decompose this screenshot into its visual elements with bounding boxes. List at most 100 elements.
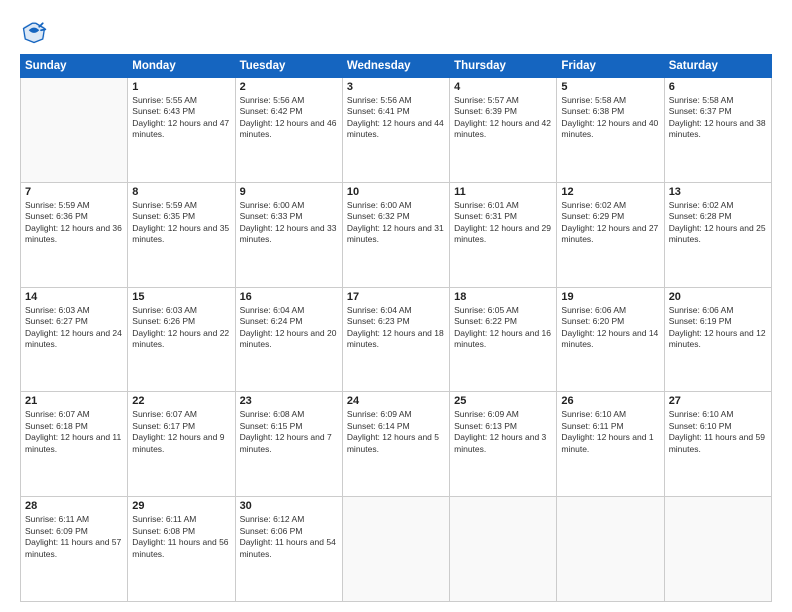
weekday-header: Monday	[128, 55, 235, 78]
calendar-cell: 28 Sunrise: 6:11 AMSunset: 6:09 PMDayligh…	[21, 497, 128, 602]
calendar-cell: 3 Sunrise: 5:56 AMSunset: 6:41 PMDaylight…	[342, 78, 449, 183]
calendar-cell: 9 Sunrise: 6:00 AMSunset: 6:33 PMDaylight…	[235, 182, 342, 287]
cell-info: Sunrise: 6:12 AMSunset: 6:06 PMDaylight:…	[240, 514, 338, 560]
calendar-cell: 8 Sunrise: 5:59 AMSunset: 6:35 PMDaylight…	[128, 182, 235, 287]
calendar-cell: 6Sunrise: 5:58 AMSunset: 6:37 PMDaylight…	[664, 78, 771, 183]
calendar-week-row: 14 Sunrise: 6:03 AMSunset: 6:27 PMDayligh…	[21, 287, 772, 392]
cell-info: Sunrise: 5:58 AMSunset: 6:38 PMDaylight:…	[561, 95, 659, 141]
calendar-cell: 19 Sunrise: 6:06 AMSunset: 6:20 PMDayligh…	[557, 287, 664, 392]
day-number: 3	[347, 81, 445, 93]
day-number: 17	[347, 291, 445, 303]
cell-info: Sunrise: 6:07 AMSunset: 6:18 PMDaylight:…	[25, 409, 123, 455]
cell-info: Sunrise: 6:00 AMSunset: 6:33 PMDaylight:…	[240, 200, 338, 246]
calendar-cell: 29 Sunrise: 6:11 AMSunset: 6:08 PMDayligh…	[128, 497, 235, 602]
calendar-week-row: 1 Sunrise: 5:55 AMSunset: 6:43 PMDaylight…	[21, 78, 772, 183]
calendar-cell: 27 Sunrise: 6:10 AMSunset: 6:10 PMDayligh…	[664, 392, 771, 497]
weekday-header: Tuesday	[235, 55, 342, 78]
weekday-header: Sunday	[21, 55, 128, 78]
day-number: 26	[561, 395, 659, 407]
calendar-header-row: SundayMondayTuesdayWednesdayThursdayFrid…	[21, 55, 772, 78]
logo	[20, 18, 52, 46]
cell-info: Sunrise: 6:11 AMSunset: 6:09 PMDaylight:…	[25, 514, 123, 560]
cell-info: Sunrise: 6:09 AMSunset: 6:13 PMDaylight:…	[454, 409, 552, 455]
calendar-cell: 20Sunrise: 6:06 AMSunset: 6:19 PMDayligh…	[664, 287, 771, 392]
day-number: 28	[25, 500, 123, 512]
calendar-cell	[557, 497, 664, 602]
cell-info: Sunrise: 6:02 AMSunset: 6:28 PMDaylight:…	[669, 200, 767, 246]
calendar-body: 1 Sunrise: 5:55 AMSunset: 6:43 PMDaylight…	[21, 78, 772, 602]
day-number: 11	[454, 186, 552, 198]
day-number: 29	[132, 500, 230, 512]
day-number: 30	[240, 500, 338, 512]
day-number: 27	[669, 395, 767, 407]
day-number: 1	[132, 81, 230, 93]
day-number: 5	[561, 81, 659, 93]
calendar-cell: 5 Sunrise: 5:58 AMSunset: 6:38 PMDaylight…	[557, 78, 664, 183]
calendar-cell: 14 Sunrise: 6:03 AMSunset: 6:27 PMDayligh…	[21, 287, 128, 392]
calendar-cell	[21, 78, 128, 183]
calendar-cell: 18Sunrise: 6:05 AMSunset: 6:22 PMDayligh…	[450, 287, 557, 392]
calendar-cell: 15 Sunrise: 6:03 AMSunset: 6:26 PMDayligh…	[128, 287, 235, 392]
cell-info: Sunrise: 6:06 AMSunset: 6:19 PMDaylight:…	[669, 305, 767, 351]
day-number: 15	[132, 291, 230, 303]
calendar-cell: 12 Sunrise: 6:02 AMSunset: 6:29 PMDayligh…	[557, 182, 664, 287]
calendar-cell: 17Sunrise: 6:04 AMSunset: 6:23 PMDayligh…	[342, 287, 449, 392]
day-number: 12	[561, 186, 659, 198]
calendar-cell: 25 Sunrise: 6:09 AMSunset: 6:13 PMDayligh…	[450, 392, 557, 497]
weekday-header: Saturday	[664, 55, 771, 78]
day-number: 22	[132, 395, 230, 407]
calendar-cell: 13 Sunrise: 6:02 AMSunset: 6:28 PMDayligh…	[664, 182, 771, 287]
day-number: 13	[669, 186, 767, 198]
cell-info: Sunrise: 5:59 AMSunset: 6:36 PMDaylight:…	[25, 200, 123, 246]
day-number: 14	[25, 291, 123, 303]
calendar-cell: 11 Sunrise: 6:01 AMSunset: 6:31 PMDayligh…	[450, 182, 557, 287]
cell-info: Sunrise: 6:00 AMSunset: 6:32 PMDaylight:…	[347, 200, 445, 246]
calendar-week-row: 21 Sunrise: 6:07 AMSunset: 6:18 PMDayligh…	[21, 392, 772, 497]
calendar-cell: 22 Sunrise: 6:07 AMSunset: 6:17 PMDayligh…	[128, 392, 235, 497]
cell-info: Sunrise: 6:08 AMSunset: 6:15 PMDaylight:…	[240, 409, 338, 455]
header	[20, 18, 772, 46]
day-number: 21	[25, 395, 123, 407]
cell-info: Sunrise: 6:02 AMSunset: 6:29 PMDaylight:…	[561, 200, 659, 246]
day-number: 25	[454, 395, 552, 407]
calendar-cell: 23 Sunrise: 6:08 AMSunset: 6:15 PMDayligh…	[235, 392, 342, 497]
weekday-header: Wednesday	[342, 55, 449, 78]
calendar-cell: 24Sunrise: 6:09 AMSunset: 6:14 PMDayligh…	[342, 392, 449, 497]
cell-info: Sunrise: 5:55 AMSunset: 6:43 PMDaylight:…	[132, 95, 230, 141]
day-number: 8	[132, 186, 230, 198]
weekday-header: Thursday	[450, 55, 557, 78]
calendar-cell	[342, 497, 449, 602]
cell-info: Sunrise: 6:09 AMSunset: 6:14 PMDaylight:…	[347, 409, 445, 455]
calendar-cell: 21 Sunrise: 6:07 AMSunset: 6:18 PMDayligh…	[21, 392, 128, 497]
page: SundayMondayTuesdayWednesdayThursdayFrid…	[0, 0, 792, 612]
cell-info: Sunrise: 5:57 AMSunset: 6:39 PMDaylight:…	[454, 95, 552, 141]
logo-icon	[20, 18, 48, 46]
calendar-cell: 10 Sunrise: 6:00 AMSunset: 6:32 PMDayligh…	[342, 182, 449, 287]
day-number: 7	[25, 186, 123, 198]
cell-info: Sunrise: 6:11 AMSunset: 6:08 PMDaylight:…	[132, 514, 230, 560]
calendar-cell	[450, 497, 557, 602]
cell-info: Sunrise: 5:59 AMSunset: 6:35 PMDaylight:…	[132, 200, 230, 246]
cell-info: Sunrise: 5:56 AMSunset: 6:41 PMDaylight:…	[347, 95, 445, 141]
cell-info: Sunrise: 6:03 AMSunset: 6:26 PMDaylight:…	[132, 305, 230, 351]
day-number: 18	[454, 291, 552, 303]
calendar-cell: 7 Sunrise: 5:59 AMSunset: 6:36 PMDaylight…	[21, 182, 128, 287]
weekday-header: Friday	[557, 55, 664, 78]
calendar-cell	[664, 497, 771, 602]
day-number: 9	[240, 186, 338, 198]
calendar-cell: 16Sunrise: 6:04 AMSunset: 6:24 PMDayligh…	[235, 287, 342, 392]
calendar-week-row: 28 Sunrise: 6:11 AMSunset: 6:09 PMDayligh…	[21, 497, 772, 602]
day-number: 19	[561, 291, 659, 303]
cell-info: Sunrise: 6:03 AMSunset: 6:27 PMDaylight:…	[25, 305, 123, 351]
calendar-cell: 1 Sunrise: 5:55 AMSunset: 6:43 PMDaylight…	[128, 78, 235, 183]
cell-info: Sunrise: 6:04 AMSunset: 6:24 PMDaylight:…	[240, 305, 338, 351]
cell-info: Sunrise: 6:10 AMSunset: 6:11 PMDaylight:…	[561, 409, 659, 455]
cell-info: Sunrise: 6:01 AMSunset: 6:31 PMDaylight:…	[454, 200, 552, 246]
day-number: 23	[240, 395, 338, 407]
cell-info: Sunrise: 6:10 AMSunset: 6:10 PMDaylight:…	[669, 409, 767, 455]
day-number: 10	[347, 186, 445, 198]
cell-info: Sunrise: 5:58 AMSunset: 6:37 PMDaylight:…	[669, 95, 767, 141]
cell-info: Sunrise: 5:56 AMSunset: 6:42 PMDaylight:…	[240, 95, 338, 141]
cell-info: Sunrise: 6:06 AMSunset: 6:20 PMDaylight:…	[561, 305, 659, 351]
cell-info: Sunrise: 6:07 AMSunset: 6:17 PMDaylight:…	[132, 409, 230, 455]
